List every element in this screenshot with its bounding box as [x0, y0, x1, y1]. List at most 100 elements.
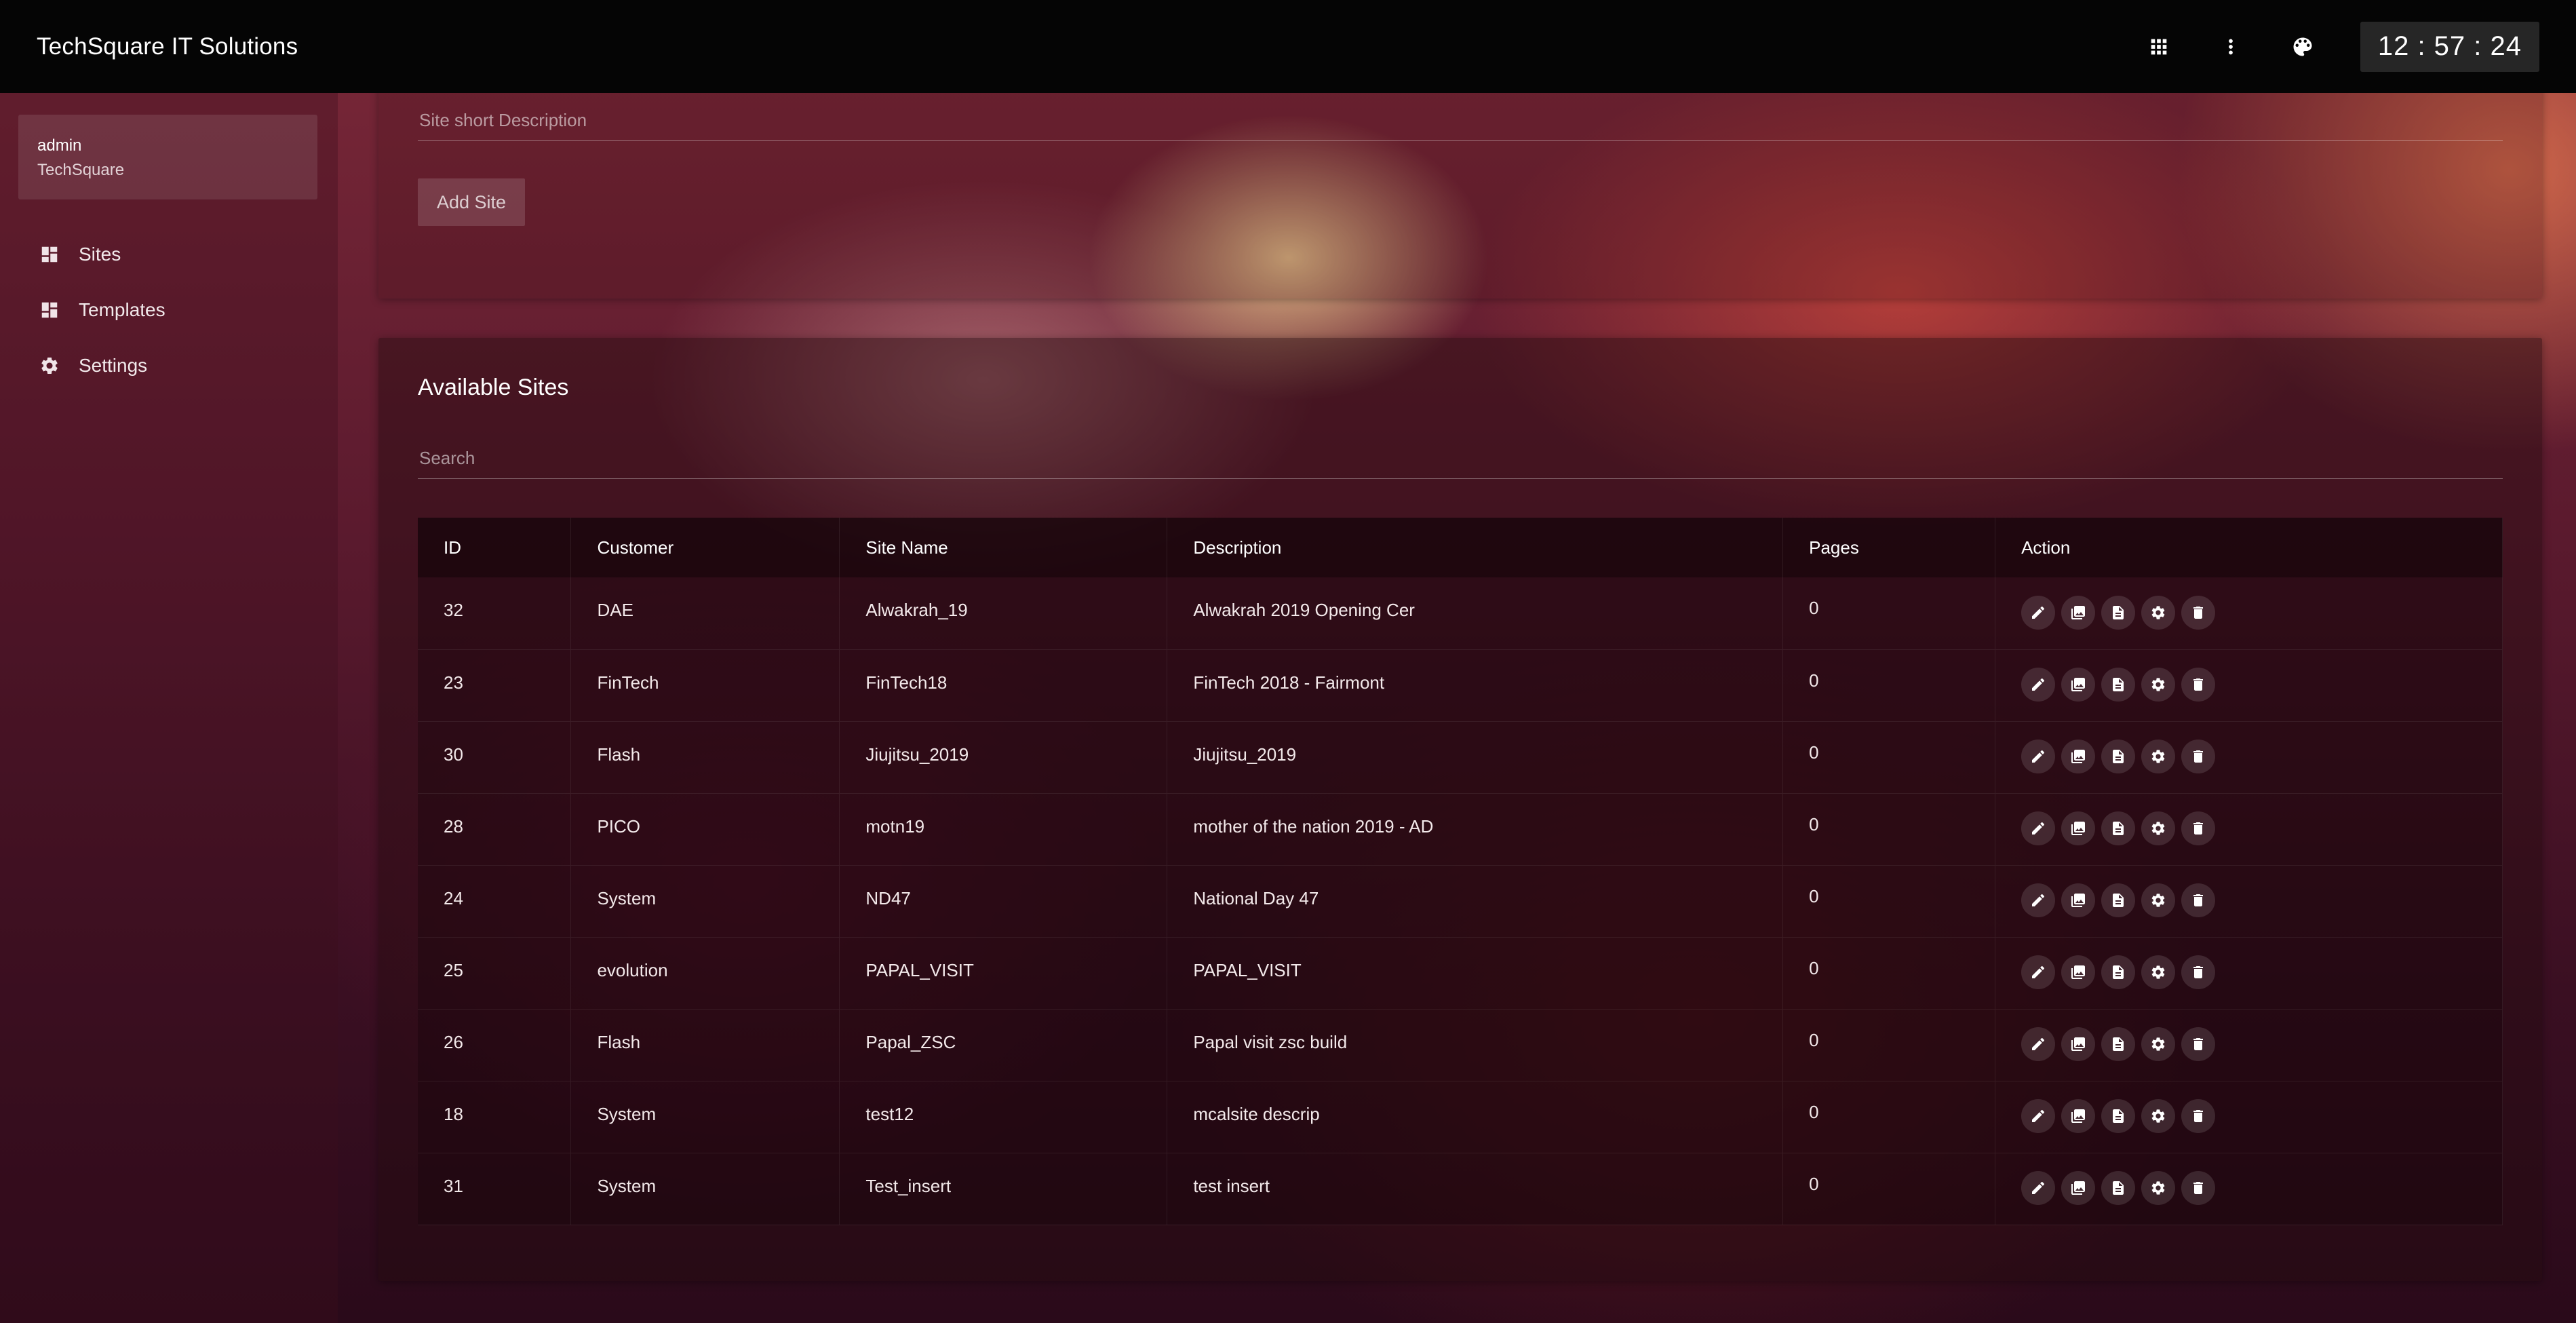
cell-site-name: Jiujitsu_2019 — [839, 721, 1168, 793]
apps-grid-icon[interactable] — [2139, 27, 2179, 66]
search-input[interactable] — [418, 448, 2503, 479]
cell-id: 28 — [418, 793, 572, 865]
document-icon[interactable] — [2101, 811, 2136, 845]
user-card[interactable]: admin TechSquare — [18, 115, 317, 199]
document-icon[interactable] — [2101, 740, 2136, 773]
delete-icon[interactable] — [2181, 740, 2216, 773]
delete-icon[interactable] — [2181, 595, 2216, 630]
cell-customer: DAE — [570, 577, 840, 649]
cell-description: FinTech 2018 - Fairmont — [1167, 649, 1784, 721]
cell-id: 31 — [418, 1153, 572, 1225]
gear-icon[interactable] — [2141, 740, 2176, 773]
edit-icon[interactable] — [2021, 955, 2056, 989]
more-vert-icon[interactable] — [2211, 27, 2250, 66]
top-app-bar: TechSquare IT Solutions 12 : 57 : 24 — [0, 0, 2576, 93]
document-icon[interactable] — [2101, 1027, 2136, 1061]
cell-pages: 0 — [1782, 577, 1996, 649]
delete-icon[interactable] — [2181, 1099, 2216, 1133]
edit-icon[interactable] — [2021, 1099, 2056, 1133]
edit-icon[interactable] — [2021, 668, 2056, 702]
image-icon[interactable] — [2061, 1099, 2096, 1133]
sidebar-item-templates[interactable]: Templates — [0, 282, 338, 338]
cell-customer: PICO — [570, 793, 840, 865]
cell-actions — [1995, 1081, 2503, 1153]
gear-icon[interactable] — [2141, 811, 2176, 845]
column-header-site-name[interactable]: Site Name — [839, 518, 1168, 577]
edit-icon[interactable] — [2021, 811, 2056, 845]
gear-icon[interactable] — [2141, 595, 2176, 630]
edit-icon[interactable] — [2021, 1171, 2056, 1205]
sidebar-item-label: Settings — [79, 355, 148, 376]
cell-description: mcalsite descrip — [1167, 1081, 1784, 1153]
column-header-pages[interactable]: Pages — [1782, 518, 1996, 577]
gear-icon[interactable] — [2141, 1171, 2176, 1205]
sidebar-item-sites[interactable]: Sites — [0, 227, 338, 282]
gear-icon[interactable] — [2141, 883, 2176, 917]
document-icon[interactable] — [2101, 1171, 2136, 1205]
gear-icon[interactable] — [2141, 668, 2176, 702]
delete-icon[interactable] — [2181, 955, 2216, 989]
delete-icon[interactable] — [2181, 668, 2216, 702]
cell-id: 32 — [418, 577, 572, 649]
cell-description: mother of the nation 2019 - AD — [1167, 793, 1784, 865]
table-row: 32 DAE Alwakrah_19 Alwakrah 2019 Opening… — [418, 577, 2503, 649]
sidebar-item-settings[interactable]: Settings — [0, 338, 338, 394]
sidebar-nav: Sites Templates Settings — [0, 227, 338, 394]
image-icon[interactable] — [2061, 1171, 2096, 1205]
document-icon[interactable] — [2101, 668, 2136, 702]
cell-pages: 0 — [1782, 937, 1996, 1009]
image-icon[interactable] — [2061, 1027, 2096, 1061]
table-row: 28 PICO motn19 mother of the nation 2019… — [418, 793, 2503, 865]
cell-pages: 0 — [1782, 649, 1996, 721]
cell-actions — [1995, 577, 2503, 649]
cell-description: PAPAL_VISIT — [1167, 937, 1784, 1009]
palette-icon[interactable] — [2283, 27, 2322, 66]
edit-icon[interactable] — [2021, 1027, 2056, 1061]
delete-icon[interactable] — [2181, 883, 2216, 917]
cell-site-name: motn19 — [839, 793, 1168, 865]
gear-icon[interactable] — [2141, 1099, 2176, 1133]
gear-icon[interactable] — [2141, 1027, 2176, 1061]
sidebar-item-label: Sites — [79, 244, 121, 265]
image-icon[interactable] — [2061, 811, 2096, 845]
cell-actions — [1995, 793, 2503, 865]
delete-icon[interactable] — [2181, 1027, 2216, 1061]
dashboard-icon — [39, 300, 60, 320]
document-icon[interactable] — [2101, 1099, 2136, 1133]
column-header-id[interactable]: ID — [418, 518, 572, 577]
document-icon[interactable] — [2101, 883, 2136, 917]
dashboard-icon — [39, 244, 60, 265]
column-header-description[interactable]: Description — [1167, 518, 1784, 577]
cell-customer: Flash — [570, 1009, 840, 1081]
add-site-card: Add Site — [378, 68, 2542, 299]
edit-icon[interactable] — [2021, 883, 2056, 917]
image-icon[interactable] — [2061, 740, 2096, 773]
column-header-customer[interactable]: Customer — [570, 518, 840, 577]
delete-icon[interactable] — [2181, 811, 2216, 845]
cell-actions — [1995, 937, 2503, 1009]
cell-site-name: FinTech18 — [839, 649, 1168, 721]
image-icon[interactable] — [2061, 955, 2096, 989]
cell-customer: FinTech — [570, 649, 840, 721]
image-icon[interactable] — [2061, 668, 2096, 702]
edit-icon[interactable] — [2021, 740, 2056, 773]
clock-display: 12 : 57 : 24 — [2360, 21, 2539, 72]
document-icon[interactable] — [2101, 595, 2136, 630]
sites-table: ID Customer Site Name Description Pages … — [418, 518, 2503, 1225]
table-row: 24 System ND47 National Day 47 0 — [418, 865, 2503, 937]
cell-site-name: Alwakrah_19 — [839, 577, 1168, 649]
cell-id: 30 — [418, 721, 572, 793]
image-icon[interactable] — [2061, 883, 2096, 917]
cell-actions — [1995, 865, 2503, 937]
image-icon[interactable] — [2061, 595, 2096, 630]
add-site-button[interactable]: Add Site — [418, 178, 526, 226]
document-icon[interactable] — [2101, 955, 2136, 989]
site-description-input[interactable] — [418, 110, 2503, 141]
cell-site-name: test12 — [839, 1081, 1168, 1153]
delete-icon[interactable] — [2181, 1171, 2216, 1205]
cell-id: 25 — [418, 937, 572, 1009]
table-row: 31 System Test_insert test insert 0 — [418, 1153, 2503, 1225]
cell-pages: 0 — [1782, 865, 1996, 937]
gear-icon[interactable] — [2141, 955, 2176, 989]
edit-icon[interactable] — [2021, 595, 2056, 630]
